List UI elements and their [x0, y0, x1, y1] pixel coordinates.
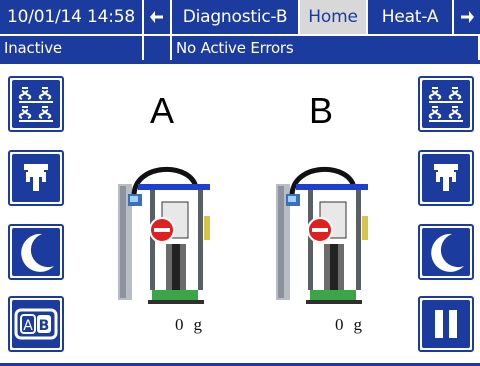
- spray-gun-icon: [24, 164, 48, 191]
- right-sleep-button[interactable]: [418, 224, 474, 280]
- pump-a-label: A: [149, 90, 174, 131]
- left-gun-button[interactable]: [8, 150, 64, 206]
- pump-b-weight: 0g: [335, 315, 362, 335]
- pump-a-illustration[interactable]: [112, 158, 222, 308]
- pump-a-weight: 0g: [175, 315, 202, 335]
- pause-button[interactable]: [418, 296, 474, 352]
- pump-b-label: B: [308, 90, 333, 131]
- ab-select-icon: A B: [14, 308, 58, 340]
- datetime-display: 10/01/14 14:58: [0, 0, 142, 34]
- svg-text:A: A: [23, 318, 33, 334]
- moon-icon: [431, 233, 464, 272]
- left-pump-view-button[interactable]: [8, 76, 64, 132]
- pause-icon: [435, 310, 457, 338]
- svg-text:B: B: [39, 318, 50, 334]
- header-divider: [0, 60, 480, 64]
- pump-b-weight-value: 0: [335, 315, 344, 334]
- right-pump-view-button[interactable]: [418, 76, 474, 132]
- pump-grid-icon: [428, 87, 463, 122]
- ab-select-button[interactable]: A B: [8, 296, 64, 352]
- tab-home[interactable]: Home: [300, 0, 366, 34]
- status-indicator: [144, 36, 170, 60]
- error-status-bar: Inactive No Active Errors: [0, 36, 480, 60]
- pump-b-weight-unit: g: [353, 315, 363, 334]
- tab-heat-a[interactable]: Heat-A: [368, 0, 452, 34]
- left-sleep-button[interactable]: [8, 224, 64, 280]
- pump-a-weight-unit: g: [193, 315, 203, 334]
- spray-gun-icon: [434, 164, 458, 191]
- pump-a-weight-value: 0: [175, 315, 184, 334]
- pump-b-illustration[interactable]: [270, 158, 380, 308]
- right-gun-button[interactable]: [418, 150, 474, 206]
- system-state: Inactive: [0, 36, 142, 60]
- arrow-right-icon[interactable]: [454, 0, 480, 34]
- arrow-left-icon[interactable]: [144, 0, 170, 34]
- error-message: No Active Errors: [172, 36, 478, 60]
- pump-grid-icon: [18, 87, 53, 122]
- top-status-bar: 10/01/14 14:58 Diagnostic-B Home Heat-A: [0, 0, 480, 34]
- tab-diagnostic-b[interactable]: Diagnostic-B: [172, 0, 298, 34]
- moon-icon: [21, 233, 55, 272]
